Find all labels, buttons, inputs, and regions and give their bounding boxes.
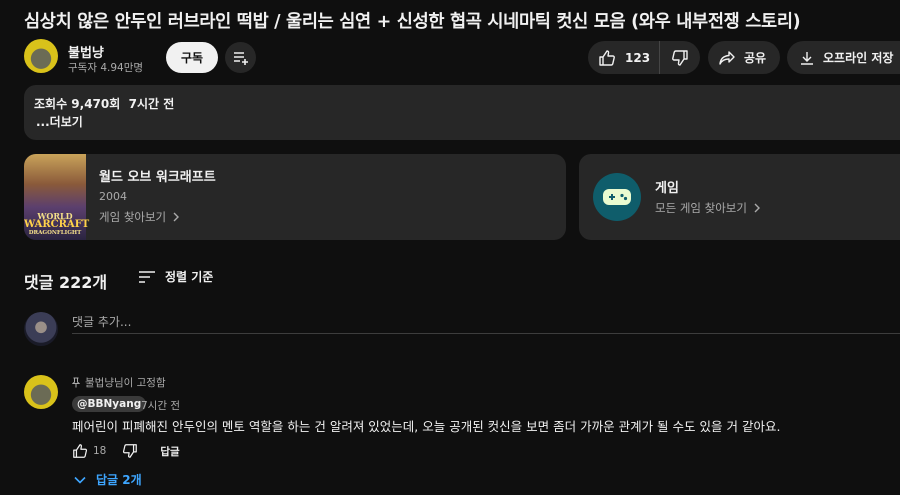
game-card-year: 2004 <box>99 190 127 203</box>
chevron-right-icon <box>172 212 180 222</box>
comment-author-avatar[interactable] <box>24 375 58 409</box>
user-avatar <box>24 312 58 346</box>
sort-button[interactable]: 정렬 기준 <box>138 268 213 285</box>
description-box[interactable] <box>24 85 900 140</box>
upload-time: 7시간 전 <box>128 97 175 111</box>
game-card-title: 월드 오브 워크래프트 <box>99 170 216 185</box>
comment-dislike-button[interactable] <box>122 443 138 459</box>
sort-label: 정렬 기준 <box>165 270 214 284</box>
description-meta: 조회수 9,470회 7시간 전 <box>34 95 174 112</box>
game-card[interactable]: WORLD WARCRAFT DRAGONFLIGHT 월드 오브 워크래프트 … <box>24 154 566 240</box>
like-dislike-group: 123 <box>588 41 700 74</box>
dislike-button[interactable] <box>660 49 700 67</box>
download-label: 오프라인 저장 <box>823 51 894 65</box>
pinned-label: 불법냥님이 고정함 <box>85 377 166 389</box>
comment-actions: 18 답글 <box>72 443 180 459</box>
comment-time[interactable]: 7시간 전 <box>141 398 180 413</box>
view-replies-button[interactable]: 답글 2개 <box>74 471 142 488</box>
share-label: 공유 <box>744 51 767 65</box>
share-button[interactable]: 공유 <box>708 41 780 74</box>
game-cover-image: WORLD WARCRAFT DRAGONFLIGHT <box>24 154 90 240</box>
playlist-add-icon <box>232 49 250 67</box>
show-more-link[interactable]: ...더보기 <box>36 113 83 130</box>
game-cover-logo: WORLD WARCRAFT DRAGONFLIGHT <box>24 210 90 236</box>
comment-like-count: 18 <box>93 445 107 457</box>
add-to-playlist-button[interactable] <box>225 42 256 73</box>
video-title: 심상치 않은 안두인 러브라인 떡밥 / 울리는 심연 + 신성한 협곡 시네마… <box>24 12 801 32</box>
view-count: 조회수 9,470회 <box>34 97 121 111</box>
explore-all-games-label: 모든 게임 찾아보기 <box>655 201 747 215</box>
reply-button[interactable]: 답글 <box>160 444 179 459</box>
add-comment-input[interactable]: 댓글 추가... <box>72 313 131 330</box>
comment-text: 페어린이 피폐해진 안두인의 멘토 역할을 하는 건 알려져 있었는데, 오늘 … <box>72 419 781 434</box>
thumb-down-icon <box>671 49 689 67</box>
chevron-right-icon <box>753 203 761 213</box>
download-button[interactable]: 오프라인 저장 <box>787 41 900 74</box>
explore-game-label: 게임 찾아보기 <box>99 210 167 224</box>
gaming-card[interactable]: 게임 모든 게임 찾아보기 <box>579 154 900 240</box>
sort-icon <box>138 270 156 284</box>
subscriber-count: 구독자 4.94만명 <box>68 62 144 74</box>
like-button[interactable]: 123 <box>588 41 660 74</box>
comment-author-handle[interactable]: @BBNyang <box>72 396 147 412</box>
comment-input-underline <box>72 333 900 334</box>
share-icon <box>718 49 736 67</box>
comment-like-button[interactable] <box>72 443 88 459</box>
download-icon <box>799 50 815 66</box>
explore-all-games-link[interactable]: 모든 게임 찾아보기 <box>655 200 761 216</box>
thumb-up-icon <box>598 49 616 67</box>
like-count: 123 <box>625 50 651 65</box>
explore-game-link[interactable]: 게임 찾아보기 <box>99 209 180 225</box>
pinned-indicator: 불법냥님이 고정함 <box>72 375 166 390</box>
channel-name[interactable]: 불법냥 <box>68 42 104 61</box>
pin-icon <box>72 377 80 388</box>
chevron-down-icon <box>74 476 86 484</box>
comment-count: 댓글 222개 <box>24 273 108 292</box>
gaming-card-title: 게임 <box>655 181 679 196</box>
view-replies-label: 답글 2개 <box>96 473 142 487</box>
subscribe-button[interactable]: 구독 <box>166 42 218 73</box>
channel-avatar[interactable] <box>24 39 58 73</box>
gamepad-icon <box>593 173 641 221</box>
